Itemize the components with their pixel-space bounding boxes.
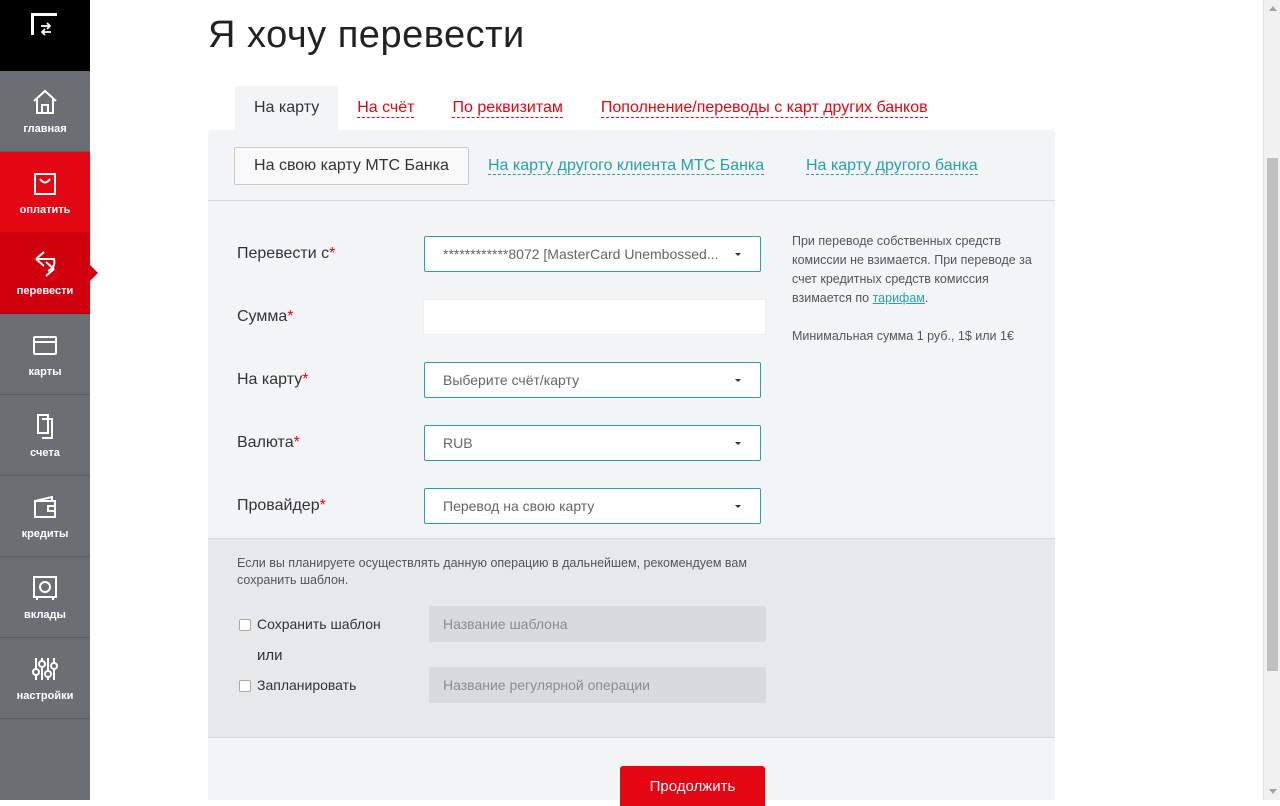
- subtab-other-client[interactable]: На карту другого клиента МТС Банка: [488, 157, 765, 175]
- currency-label: Валюта*: [237, 434, 300, 451]
- template-name-input[interactable]: Название шаблона: [429, 606, 766, 642]
- template-section: Если вы планируете осуществлять данную о…: [208, 538, 1055, 738]
- sidebar-item-label: вклады: [24, 609, 66, 621]
- tab-other-banks[interactable]: Пополнение/переводы с карт других банков: [582, 86, 947, 130]
- card-subtabs: На свою карту МТС Банка На карту другого…: [208, 130, 1055, 201]
- transfer-type-tabs: На карту На счёт По реквизитам Пополнени…: [235, 86, 947, 130]
- sidebar-item-label: настройки: [16, 690, 74, 702]
- amount-input[interactable]: [423, 299, 766, 335]
- safe-icon: [33, 576, 57, 600]
- template-hint: Если вы планируете осуществлять данную о…: [237, 556, 747, 587]
- transfer-panel: На свою карту МТС Банка На карту другого…: [208, 130, 1055, 806]
- sidebar-item-label: счета: [30, 447, 60, 459]
- page-title: Я хочу перевести: [208, 14, 525, 56]
- sidebar-item-home[interactable]: главная: [0, 71, 90, 152]
- subtab-other-bank[interactable]: На карту другого банка: [806, 157, 978, 175]
- sidebar-item-label: карты: [28, 366, 62, 378]
- subtab-own-card[interactable]: На свою карту МТС Банка: [234, 147, 469, 185]
- amount-label: Сумма*: [237, 308, 294, 325]
- sliders-icon: [32, 658, 58, 680]
- sidebar-item-accounts[interactable]: счета: [0, 395, 90, 476]
- commission-info: При переводе собственных средств комисси…: [792, 232, 1032, 346]
- schedule-label[interactable]: Запланировать: [257, 677, 356, 693]
- wallet-icon: [34, 495, 56, 518]
- tab-to-account[interactable]: На счёт: [338, 86, 433, 130]
- bank-logo[interactable]: [0, 0, 90, 71]
- scroll-up-icon[interactable]: [1269, 6, 1277, 11]
- bag-icon: [34, 173, 56, 195]
- logo-icon: [31, 13, 57, 36]
- transfer-icon: [35, 251, 56, 277]
- provider-label: Провайдер*: [237, 497, 326, 514]
- tariffs-link[interactable]: тарифам: [873, 291, 925, 305]
- chevron-down-icon: [735, 379, 741, 382]
- sidebar-item-settings[interactable]: настройки: [0, 638, 90, 719]
- documents-icon: [37, 414, 53, 439]
- sidebar-item-transfer[interactable]: перевести: [0, 233, 98, 314]
- chevron-down-icon: [735, 442, 741, 445]
- sidebar: главная оплатить перевести карты счета к…: [0, 0, 98, 800]
- to-card-label: На карту*: [237, 371, 309, 388]
- card-icon: [33, 336, 57, 355]
- save-template-checkbox[interactable]: [239, 619, 251, 631]
- scroll-thumb[interactable]: [1267, 158, 1278, 671]
- sidebar-item-deposits[interactable]: вклады: [0, 557, 90, 638]
- or-label: или: [257, 647, 283, 664]
- sidebar-item-label: кредиты: [21, 528, 69, 540]
- tab-by-requisites[interactable]: По реквизитам: [433, 86, 581, 130]
- continue-button[interactable]: Продолжить: [620, 766, 765, 806]
- page-scrollbar[interactable]: [1263, 0, 1280, 800]
- provider-select[interactable]: Перевод на свою карту: [424, 488, 761, 524]
- chevron-down-icon: [735, 253, 741, 256]
- schedule-name-input[interactable]: Название регулярной операции: [429, 667, 766, 703]
- schedule-checkbox[interactable]: [239, 680, 251, 692]
- scroll-down-icon[interactable]: [1269, 789, 1277, 794]
- sidebar-item-pay[interactable]: оплатить: [0, 152, 90, 233]
- from-account-select[interactable]: ************8072 [MasterCard Unembossed.…: [424, 236, 761, 272]
- tab-to-card[interactable]: На карту: [235, 86, 339, 130]
- home-icon: [33, 89, 57, 114]
- currency-select[interactable]: RUB: [424, 425, 761, 461]
- sidebar-item-label: главная: [23, 123, 67, 135]
- sidebar-item-label: перевести: [16, 285, 74, 297]
- to-card-select[interactable]: Выберите счёт/карту: [424, 362, 761, 398]
- min-amount-note: Минимальная сумма 1 руб., 1$ или 1€: [792, 329, 1014, 343]
- sidebar-item-credits[interactable]: кредиты: [0, 476, 90, 557]
- sidebar-item-label: оплатить: [19, 204, 71, 216]
- save-template-label[interactable]: Сохранить шаблон: [257, 616, 381, 632]
- sidebar-item-cards[interactable]: карты: [0, 314, 90, 395]
- chevron-down-icon: [735, 505, 741, 508]
- from-label: Перевести с*: [237, 245, 336, 262]
